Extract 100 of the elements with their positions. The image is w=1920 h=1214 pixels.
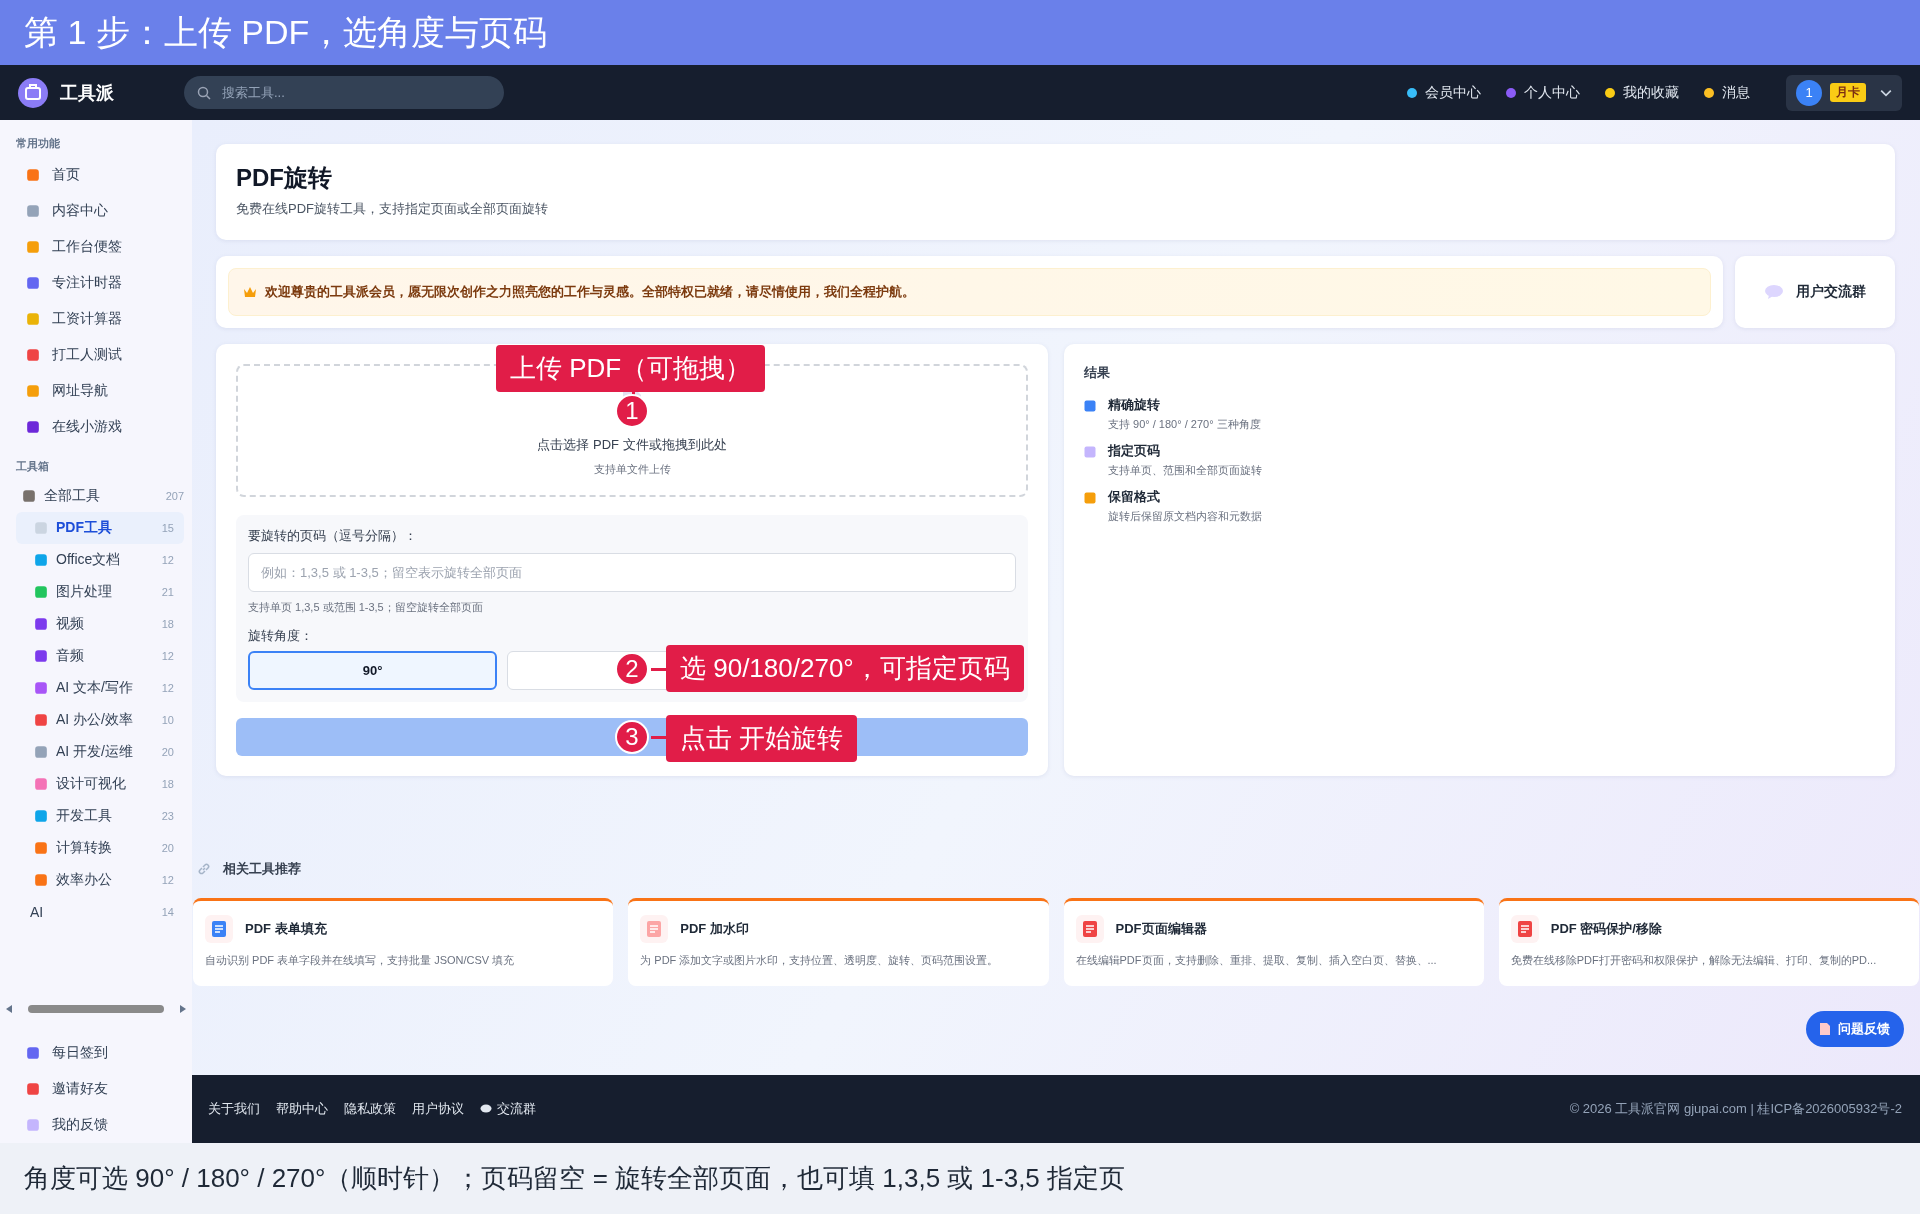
- app-icon: [34, 809, 48, 823]
- search-icon: [197, 86, 211, 100]
- scroll-right-arrow-icon[interactable]: [180, 1005, 186, 1014]
- sidebar-item[interactable]: 开发工具 23: [16, 800, 184, 832]
- document-icon: [1820, 1023, 1830, 1035]
- tool-icon: [205, 915, 233, 943]
- app-icon: [26, 1118, 40, 1132]
- page-subtitle: 免费在线PDF旋转工具，支持指定页面或全部页面旋转: [236, 200, 549, 218]
- feature-icon: [1084, 446, 1096, 458]
- sidebar-item[interactable]: 工资计算器: [0, 301, 192, 337]
- related-tool-card[interactable]: PDF 加水印 为 PDF 添加文字或图片水印，支持位置、透明度、旋转、页码范围设置。: [628, 898, 1049, 986]
- sidebar-item[interactable]: Office文档 12: [16, 544, 184, 576]
- field-label: 旋转角度：: [248, 626, 314, 645]
- caption-text: 角度可选 90° / 180° / 270°（顺时针）；页码留空 = 旋转全部页面，也可填 1,3,5 或 1-3,5 指定页: [24, 1162, 1126, 1195]
- app-icon: [26, 1046, 40, 1060]
- field-hint: 支持单页 1,3,5 或范围 1-3,5；留空旋转全部页面: [248, 599, 484, 615]
- sidebar-item[interactable]: 效率办公 12: [16, 864, 184, 896]
- sidebar-item[interactable]: 全部工具 207: [16, 480, 184, 512]
- related-tool-card[interactable]: PDF页面编辑器 在线编辑PDF页面，支持删除、重排、提取、复制、插入空白页、替换、...: [1063, 898, 1484, 986]
- related-tool-card[interactable]: PDF 密码保护/移除 免费在线移除PDF打开密码和权限保护，解除无法编辑、打印、复制的PD...: [1498, 898, 1919, 986]
- callout-tooltip: 选 90/180/270°，可指定页码: [666, 645, 1024, 692]
- related-tool-card[interactable]: PDF 表单填充 自动识别 PDF 表单字段并在线填写，支持批量 JSON/CSV 填充: [193, 898, 614, 986]
- tool-description: 为 PDF 添加文字或图片水印，支持位置、透明度、旋转、页码范围设置。: [640, 953, 1000, 968]
- footer-link[interactable]: 帮助中心: [276, 1100, 328, 1118]
- app-icon: [34, 841, 48, 855]
- feature-icon: [1084, 492, 1096, 504]
- tool-title: PDF 表单填充: [245, 920, 327, 938]
- chevron-down-icon: [1880, 88, 1892, 97]
- logo-icon[interactable]: [18, 77, 48, 108]
- app-icon: [34, 873, 48, 887]
- tool-icon: [1510, 915, 1539, 943]
- user-menu[interactable]: 1 月卡: [1786, 74, 1902, 111]
- sidebar-item[interactable]: 音频 12: [16, 640, 184, 672]
- app-icon: [34, 681, 48, 695]
- app-icon: [26, 420, 40, 434]
- sidebar-item[interactable]: AI 文本/写作 12: [16, 672, 184, 704]
- feature-title: 保留格式: [1108, 488, 1161, 506]
- upload-hint: 支持单文件上传: [593, 461, 671, 477]
- crown-icon: [243, 286, 257, 298]
- upload-prompt: 点击选择 PDF 文件或拖拽到此处: [537, 435, 727, 454]
- nav-link[interactable]: 会员中心: [1406, 83, 1481, 102]
- tool-title: PDF页面编辑器: [1115, 920, 1207, 938]
- app-icon: [34, 521, 48, 535]
- sidebar-item[interactable]: 内容中心: [0, 193, 192, 229]
- feature-title: 指定页码: [1108, 442, 1161, 460]
- sidebar-item[interactable]: 打工人测试: [0, 337, 192, 373]
- community-button[interactable]: 用户交流群: [1735, 256, 1895, 328]
- tool-icon: [1075, 915, 1104, 943]
- sidebar-item[interactable]: 视频 18: [16, 608, 184, 640]
- step-number-tooltip: 1: [615, 394, 649, 428]
- page-range-input[interactable]: 例如：1,3,5 或 1-3,5；留空表示旋转全部页面: [248, 552, 1016, 592]
- feature-description: 支持 90° / 180° / 270° 三种角度: [1108, 417, 1261, 432]
- app-icon: [34, 553, 48, 567]
- app-icon: [34, 649, 48, 663]
- section-title: 相关工具推荐: [223, 860, 301, 878]
- sidebar-item[interactable]: 图片处理 21: [16, 576, 184, 608]
- section-title: 工具箱: [15, 459, 50, 474]
- nav-link[interactable]: 个人中心: [1505, 83, 1580, 102]
- sidebar-item[interactable]: 邀请好友: [0, 1071, 192, 1107]
- angle-option[interactable]: 90°: [248, 650, 498, 690]
- callout-tooltip: 上传 PDF（可拖拽）: [496, 345, 766, 392]
- sidebar-item[interactable]: 首页: [0, 157, 192, 193]
- speech-bubble-icon: [480, 1104, 492, 1114]
- app-icon: [26, 276, 40, 290]
- search-field[interactable]: 搜索工具...: [184, 76, 504, 109]
- app-icon: [26, 384, 40, 398]
- footer-link[interactable]: 用户协议: [412, 1100, 464, 1118]
- tool-description: 自动识别 PDF 表单字段并在线填写，支持批量 JSON/CSV 填充: [205, 953, 516, 968]
- app-icon: [26, 312, 40, 326]
- sidebar-item[interactable]: 专注计时器: [0, 265, 192, 301]
- tool-icon: [640, 915, 669, 943]
- step-title: 第 1 步：上传 PDF，选角度与页码: [24, 11, 548, 53]
- nav-icon: [1703, 86, 1715, 99]
- sidebar-item[interactable]: 设计可视化 18: [16, 768, 184, 800]
- nav-link[interactable]: 我的收藏: [1604, 83, 1679, 102]
- sidebar-item[interactable]: AI 开发/运维 20: [16, 736, 184, 768]
- sidebar-item[interactable]: AI 办公/效率 10: [16, 704, 184, 736]
- tool-title: PDF 密码保护/移除: [1550, 920, 1662, 938]
- sidebar-item[interactable]: PDF工具 15: [16, 512, 184, 544]
- sidebar-item[interactable]: 每日签到: [0, 1035, 192, 1071]
- footer-link[interactable]: 隐私政策: [344, 1100, 396, 1118]
- app-icon: [26, 348, 40, 362]
- sidebar-item[interactable]: 工作台便签: [0, 229, 192, 265]
- sidebar-item[interactable]: AI 14: [16, 896, 184, 928]
- section-title: 常用功能: [15, 136, 61, 151]
- app-icon: [34, 617, 48, 631]
- scroll-left-arrow-icon[interactable]: [6, 1005, 12, 1014]
- feature-title: 精确旋转: [1108, 396, 1161, 414]
- footer-link[interactable]: 交流群: [480, 1100, 536, 1118]
- membership-badge: 月卡: [1830, 83, 1866, 102]
- sidebar-item[interactable]: 网址导航: [0, 373, 192, 409]
- sidebar-item[interactable]: 在线小游戏: [0, 409, 192, 445]
- footer-link[interactable]: 关于我们: [208, 1100, 260, 1118]
- nav-link[interactable]: 消息: [1703, 83, 1750, 102]
- tool-description: 在线编辑PDF页面，支持删除、重排、提取、复制、插入空白页、替换、...: [1075, 953, 1438, 968]
- feedback-button[interactable]: 问题反馈: [1806, 1011, 1904, 1047]
- sidebar-item[interactable]: 我的反馈: [0, 1107, 192, 1143]
- sidebar-item[interactable]: 计算转换 20: [16, 832, 184, 864]
- app-icon: [26, 168, 40, 182]
- copyright-text: © 2026 工具派官网 gjupai.com | 桂ICP备2026005932号-2: [1569, 1100, 1902, 1118]
